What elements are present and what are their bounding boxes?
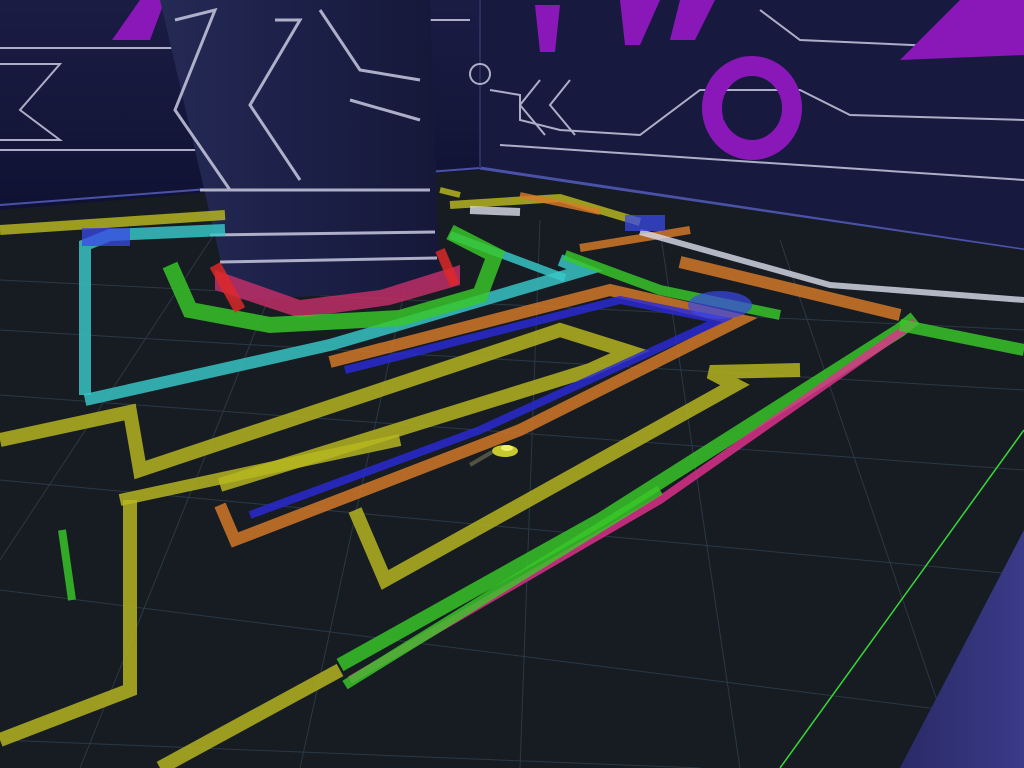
boost-pad-right <box>688 291 752 319</box>
arena-scene <box>0 0 1024 768</box>
boost-pad-left <box>82 228 130 246</box>
game-viewport[interactable] <box>0 0 1024 768</box>
boost-pad-back <box>625 215 665 231</box>
maze-wall-white-23 <box>469 206 521 216</box>
